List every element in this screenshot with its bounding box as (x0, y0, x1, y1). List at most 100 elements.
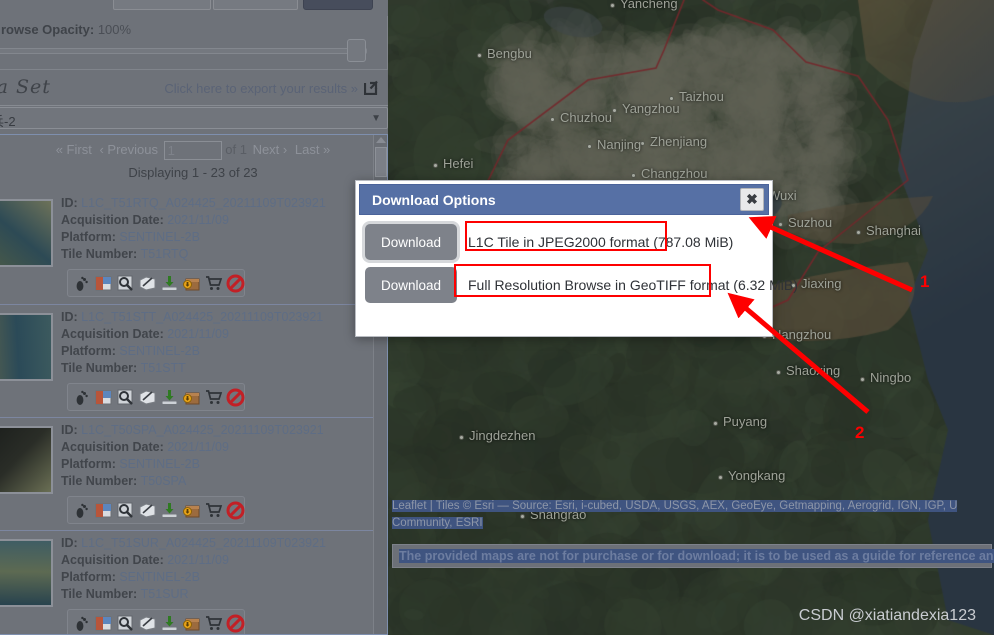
result-id: ID: L1C_T50SPA_A024425_20211109T023921 (61, 422, 324, 439)
page-number-input[interactable] (163, 141, 222, 160)
compare-icon[interactable] (116, 388, 135, 407)
result-platform-label: Platform: (61, 230, 120, 244)
download-button-jpeg2000[interactable]: Download (365, 224, 457, 260)
result-item[interactable]: ID: L1C_T51RTQ_A024425_20211109T023921 Ac… (0, 191, 373, 304)
add-to-cart-icon[interactable] (204, 274, 223, 293)
result-acquisition-date-value: 2021/11/09 (167, 213, 229, 227)
data-set-select[interactable]: 兵-2 ▼ (0, 107, 388, 129)
browse-image-icon[interactable] (94, 274, 113, 293)
scrollbar-thumb[interactable] (375, 147, 387, 177)
date-to-field[interactable] (213, 0, 298, 10)
next-page-link[interactable]: Next › (253, 142, 288, 157)
footprint-icon[interactable] (72, 614, 91, 633)
add-to-cart-icon[interactable] (204, 388, 223, 407)
result-item[interactable]: ID: L1C_T51SUR_A024425_20211109T023921 Ac… (0, 530, 373, 634)
browse-opacity-slider-handle[interactable] (347, 39, 366, 62)
compare-icon[interactable] (116, 501, 135, 520)
result-id-value: L1C_T50SPA_A024425_20211109T023921 (81, 423, 324, 437)
result-id-value: L1C_T51SUR_A024425_20211109T023921 (81, 536, 327, 550)
add-to-cart-icon[interactable] (204, 614, 223, 633)
close-icon[interactable]: ✖ (740, 188, 764, 211)
compare-icon[interactable] (116, 274, 135, 293)
result-tile-number: Tile Number: T51STT (61, 360, 323, 377)
download-button-geotiff[interactable]: Download (365, 267, 457, 303)
map-attribution: Leaflet | Tiles © Esri — Source: Esri, i… (392, 498, 992, 532)
download-icon[interactable] (160, 274, 179, 293)
result-tile-number-value: T51STT (140, 361, 186, 375)
metadata-icon[interactable] (138, 274, 157, 293)
footprint-icon[interactable] (72, 501, 91, 520)
data-set-title: ta Set (0, 76, 51, 98)
result-platform-value: SENTINEL-2B (119, 570, 200, 584)
compare-icon[interactable] (116, 614, 135, 633)
bulk-download-icon[interactable] (182, 614, 201, 633)
result-acquisition-date: Acquisition Date: 2021/11/09 (61, 552, 326, 569)
data-set-selected-value: 兵-2 (0, 114, 16, 129)
footprint-icon[interactable] (72, 274, 91, 293)
result-id-label: ID: (61, 196, 82, 210)
export-results-link[interactable]: Click here to export your results » (164, 81, 358, 96)
result-platform: Platform: SENTINEL-2B (61, 343, 323, 360)
result-tile-number-value: T51RTQ (140, 247, 189, 261)
result-thumbnail[interactable] (0, 539, 53, 607)
browse-opacity-section: rowse Opacity: 100% (0, 16, 388, 70)
result-thumbnail[interactable] (0, 426, 53, 494)
apply-button[interactable] (303, 0, 373, 10)
result-action-icons (67, 496, 245, 524)
metadata-icon[interactable] (138, 614, 157, 633)
browse-opacity-label: rowse Opacity: 100% (1, 22, 131, 37)
result-acquisition-date-value: 2021/11/09 (167, 440, 229, 454)
result-thumbnail[interactable] (0, 313, 53, 381)
result-metadata: ID: L1C_T51SUR_A024425_20211109T023921 Ac… (61, 535, 326, 603)
metadata-icon[interactable] (138, 501, 157, 520)
result-id-label: ID: (61, 310, 82, 324)
not-available-icon[interactable] (226, 501, 245, 520)
chevron-down-icon: ▼ (371, 113, 381, 124)
result-platform-label: Platform: (61, 344, 120, 358)
search-results-panel: rowse Opacity: 100% ta Set Click here to… (0, 0, 388, 635)
dialog-titlebar: Download Options ✖ (359, 184, 769, 215)
bulk-download-icon[interactable] (182, 388, 201, 407)
scroll-up-arrow-icon[interactable] (376, 137, 386, 143)
download-option-label-geotiff: Full Resolution Browse in GeoTIFF format… (468, 277, 798, 293)
result-acquisition-date-label: Acquisition Date: (61, 553, 168, 567)
footprint-icon[interactable] (72, 388, 91, 407)
result-id-value: L1C_T51RTQ_A024425_20211109T023921 (81, 196, 326, 210)
add-to-cart-icon[interactable] (204, 501, 223, 520)
result-id: ID: L1C_T51STT_A024425_20211109T023921 (61, 309, 323, 326)
result-metadata: ID: L1C_T51RTQ_A024425_20211109T023921 Ac… (61, 195, 326, 263)
external-link-icon[interactable] (363, 79, 380, 96)
metadata-icon[interactable] (138, 388, 157, 407)
result-platform: Platform: SENTINEL-2B (61, 229, 326, 246)
last-page-link[interactable]: Last » (295, 142, 330, 157)
results-container: « First ‹ Previous of 1 Next › Last » Di… (0, 134, 388, 635)
download-icon[interactable] (160, 388, 179, 407)
bulk-download-icon[interactable] (182, 501, 201, 520)
result-id-label: ID: (61, 423, 82, 437)
not-available-icon[interactable] (226, 614, 245, 633)
result-item[interactable]: ID: L1C_T51STT_A024425_20211109T023921 Ac… (0, 304, 373, 417)
date-from-field[interactable] (113, 0, 211, 10)
download-icon[interactable] (160, 501, 179, 520)
result-acquisition-date: Acquisition Date: 2021/11/09 (61, 439, 324, 456)
page-count-label: of 1 (225, 141, 247, 157)
browse-image-icon[interactable] (94, 501, 113, 520)
first-page-link[interactable]: « First (56, 142, 92, 157)
result-acquisition-date: Acquisition Date: 2021/11/09 (61, 326, 323, 343)
download-icon[interactable] (160, 614, 179, 633)
not-available-icon[interactable] (226, 388, 245, 407)
previous-page-link[interactable]: ‹ Previous (99, 142, 158, 157)
bulk-download-icon[interactable] (182, 274, 201, 293)
browse-image-icon[interactable] (94, 614, 113, 633)
download-options-dialog: Download Options ✖ Download L1C Tile in … (355, 180, 798, 337)
browse-opacity-slider-track[interactable] (0, 48, 367, 54)
result-platform: Platform: SENTINEL-2B (61, 456, 324, 473)
result-item[interactable]: ID: L1C_T50SPA_A024425_20211109T023921 Ac… (0, 417, 373, 530)
result-platform-value: SENTINEL-2B (119, 230, 200, 244)
download-option-row-1: Download L1C Tile in JPEG2000 format (78… (356, 221, 772, 263)
data-set-header: ta Set Click here to export your results… (0, 76, 388, 106)
pagination-controls: « First ‹ Previous of 1 Next › Last » (0, 135, 387, 165)
result-thumbnail[interactable] (0, 199, 53, 267)
not-available-icon[interactable] (226, 274, 245, 293)
browse-image-icon[interactable] (94, 388, 113, 407)
